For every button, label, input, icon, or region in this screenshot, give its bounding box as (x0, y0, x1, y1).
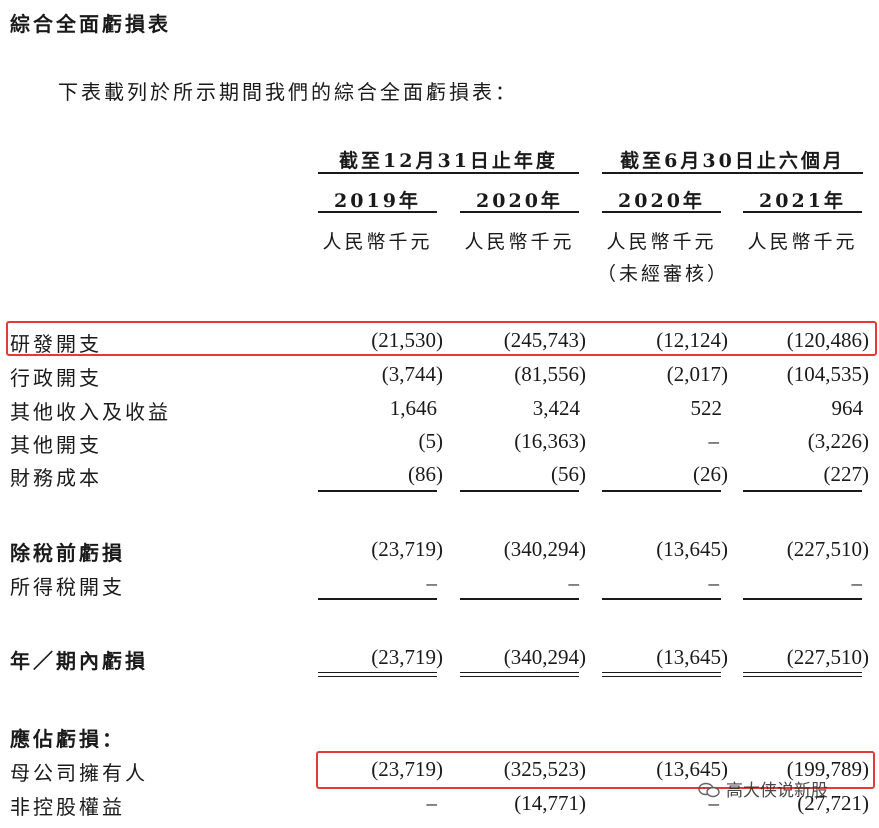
cell-finance-2019: (86) (408, 462, 443, 486)
cell-lbt-2020: (340,294) (503, 537, 586, 561)
watermark-text: 高大侠说新股 (726, 781, 828, 801)
total-double-rule-1 (318, 672, 437, 677)
cell-lbt-2021h1: (227,510) (786, 537, 869, 561)
row-label-loss-before-tax: 除稅前虧損 (10, 541, 125, 565)
row-label-other-expenses: 其他開支 (10, 433, 102, 457)
cell-other-exp-2020: (16,363) (514, 429, 586, 453)
cell-lbt-2019: (23,719) (371, 537, 443, 561)
header-group-year-rule (318, 172, 579, 174)
subtotal-rule-2 (460, 490, 579, 492)
cell-other-income-2021h1: 964 (831, 396, 864, 420)
subtotal-rule-4 (743, 490, 862, 492)
year-header-4: 2021年 (759, 190, 846, 212)
cell-other-exp-2020h1: – (708, 429, 720, 453)
row-label-owners-of-parent: 母公司擁有人 (10, 761, 148, 785)
cell-admin-2019: (3,744) (381, 362, 443, 386)
unit-header-4: 人民幣千元 (747, 231, 858, 253)
cell-finance-2020h1: (26) (693, 462, 728, 486)
cell-tax-2019: – (426, 571, 438, 595)
row-label-loss-for-period: 年／期內虧損 (10, 649, 148, 673)
cell-nci-2019: – (426, 791, 438, 815)
cell-tax-2021h1: – (851, 571, 863, 595)
row-label-other-income: 其他收入及收益 (10, 400, 171, 424)
cell-other-income-2020: 3,424 (532, 396, 580, 420)
cell-finance-2020: (56) (551, 462, 586, 486)
unaudited-note: （未經審核） (597, 263, 730, 285)
highlight-box-rd-row (6, 321, 877, 356)
watermark: 高大侠说新股 (698, 776, 828, 801)
row-label-admin-expenses: 行政開支 (10, 366, 102, 390)
row-label-income-tax: 所得稅開支 (10, 575, 125, 599)
cell-admin-2021h1: (104,535) (786, 362, 869, 386)
cell-loss-2021h1: (227,510) (786, 645, 869, 669)
unit-header-3: 人民幣千元 (606, 231, 717, 253)
cell-nci-2020: (14,771) (514, 791, 586, 815)
tax-rule-3 (602, 598, 721, 600)
cell-admin-2020h1: (2,017) (666, 362, 728, 386)
wechat-icon (698, 782, 720, 798)
tax-rule-2 (460, 598, 579, 600)
page-title: 綜合全面虧損表 (10, 12, 171, 36)
subtotal-rule-3 (602, 490, 721, 492)
cell-loss-2019: (23,719) (371, 645, 443, 669)
cell-loss-2020: (340,294) (503, 645, 586, 669)
year-rule-3 (602, 211, 721, 213)
subtotal-rule-1 (318, 490, 437, 492)
cell-other-exp-2019: (5) (418, 429, 444, 453)
cell-tax-2020: – (568, 571, 580, 595)
row-label-attributable-to: 應佔虧損： (10, 727, 125, 751)
cell-finance-2021h1: (227) (823, 462, 870, 486)
header-group-six-months-rule (602, 172, 863, 174)
cell-lbt-2020h1: (13,645) (656, 537, 728, 561)
tax-rule-1 (318, 598, 437, 600)
total-double-rule-2 (460, 672, 579, 677)
year-header-2: 2020年 (476, 190, 563, 212)
total-double-rule-3 (602, 672, 721, 677)
year-rule-2 (460, 211, 579, 213)
year-header-3: 2020年 (618, 190, 705, 212)
tax-rule-4 (743, 598, 862, 600)
total-double-rule-4 (743, 672, 862, 677)
row-label-finance-costs: 財務成本 (10, 466, 102, 490)
year-rule-1 (318, 211, 437, 213)
header-group-six-months: 截至6月30日止六個月 (620, 150, 845, 172)
intro-text: 下表載列於所示期間我們的綜合全面虧損表： (58, 80, 518, 104)
cell-loss-2020h1: (13,645) (656, 645, 728, 669)
cell-tax-2020h1: – (708, 571, 720, 595)
row-label-non-controlling: 非控股權益 (10, 795, 125, 819)
cell-other-exp-2021h1: (3,226) (807, 429, 869, 453)
year-rule-4 (743, 211, 862, 213)
unit-header-1: 人民幣千元 (322, 231, 433, 253)
cell-admin-2020: (81,556) (514, 362, 586, 386)
cell-other-income-2020h1: 522 (690, 396, 723, 420)
year-header-1: 2019年 (334, 190, 421, 212)
cell-other-income-2019: 1,646 (389, 396, 437, 420)
unit-header-2: 人民幣千元 (464, 231, 575, 253)
header-group-year: 截至12月31日止年度 (339, 150, 558, 172)
